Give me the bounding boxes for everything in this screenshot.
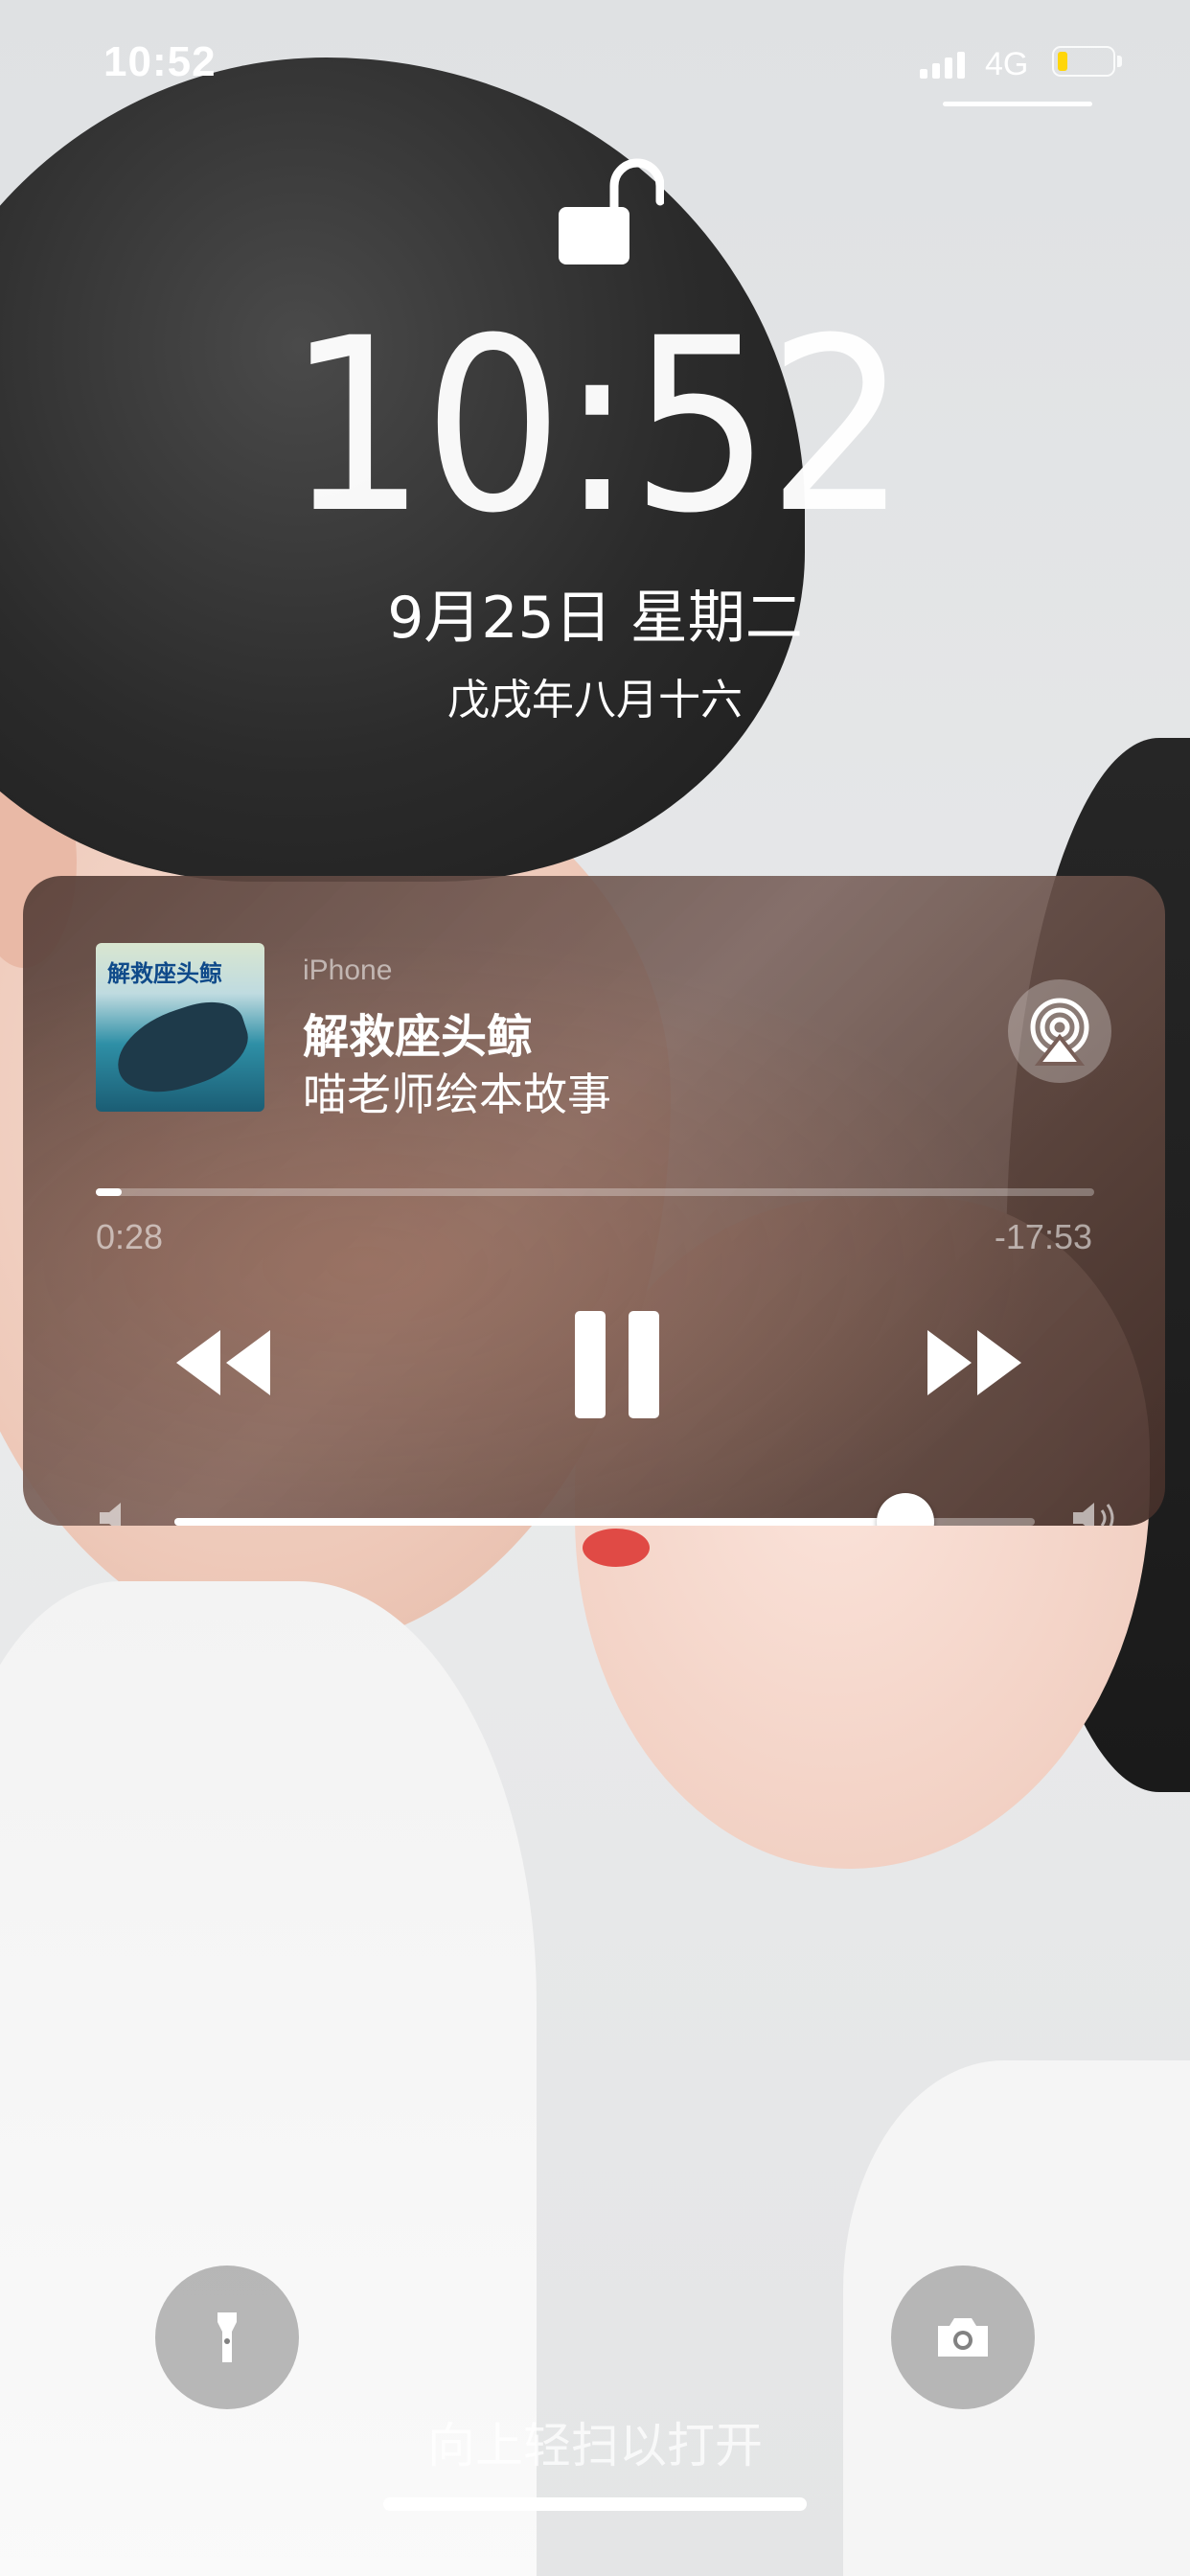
elapsed-time: 0:28 [96, 1217, 164, 1256]
rewind-button[interactable] [171, 1322, 276, 1403]
playback-source: iPhone [303, 954, 393, 986]
speaker-high-icon [1069, 1499, 1123, 1526]
cellular-signal-icon [920, 44, 965, 79]
volume-fill [174, 1518, 906, 1526]
status-bar: 10:52 4G [0, 0, 1190, 125]
fast-forward-button[interactable] [922, 1322, 1027, 1403]
playback-progress-fill [96, 1188, 123, 1196]
battery-icon [1052, 46, 1115, 77]
track-artist: 喵老师绘本故事 [303, 1069, 611, 1120]
volume-slider[interactable] [174, 1493, 1035, 1526]
flashlight-button[interactable] [155, 2266, 299, 2409]
control-center-indicator[interactable] [943, 102, 1092, 106]
unlocked-padlock-icon [559, 153, 665, 268]
rewind-icon [176, 1330, 270, 1395]
lunar-date: 戊戌年八月十六 [447, 676, 743, 724]
home-indicator[interactable] [383, 2497, 807, 2511]
swipe-up-hint: 向上轻扫以打开 [427, 2418, 763, 2473]
network-type: 4G [985, 46, 1029, 82]
volume-knob[interactable] [877, 1493, 935, 1526]
speaker-low-icon [96, 1499, 134, 1526]
album-art-title: 解救座头鲸 [107, 960, 222, 987]
battery-level [1058, 52, 1067, 71]
album-art[interactable]: 解救座头鲸 [96, 943, 264, 1112]
camera-button[interactable] [891, 2266, 1035, 2409]
remaining-time: -17:53 [994, 1217, 1092, 1256]
pause-icon [575, 1311, 659, 1418]
battery-cap [1117, 56, 1122, 67]
now-playing-widget[interactable]: 解救座头鲸 iPhone 解救座头鲸 喵老师绘本故事 0:28 -17:53 [23, 876, 1165, 1526]
whale-illustration [106, 991, 258, 1106]
playback-progress-bar[interactable] [96, 1188, 1094, 1196]
camera-icon [938, 2318, 988, 2357]
airplay-button[interactable] [1008, 979, 1111, 1083]
lock-screen-date: 9月25日 星期二 [387, 585, 803, 652]
status-time: 10:52 [103, 38, 217, 85]
flashlight-icon [217, 2312, 237, 2362]
pause-button[interactable] [552, 1303, 682, 1428]
lock-screen-clock: 10:52 [286, 287, 907, 565]
airplay-icon [1030, 998, 1089, 1066]
track-title: 解救座头鲸 [303, 1010, 534, 1064]
fast-forward-icon [927, 1330, 1021, 1395]
